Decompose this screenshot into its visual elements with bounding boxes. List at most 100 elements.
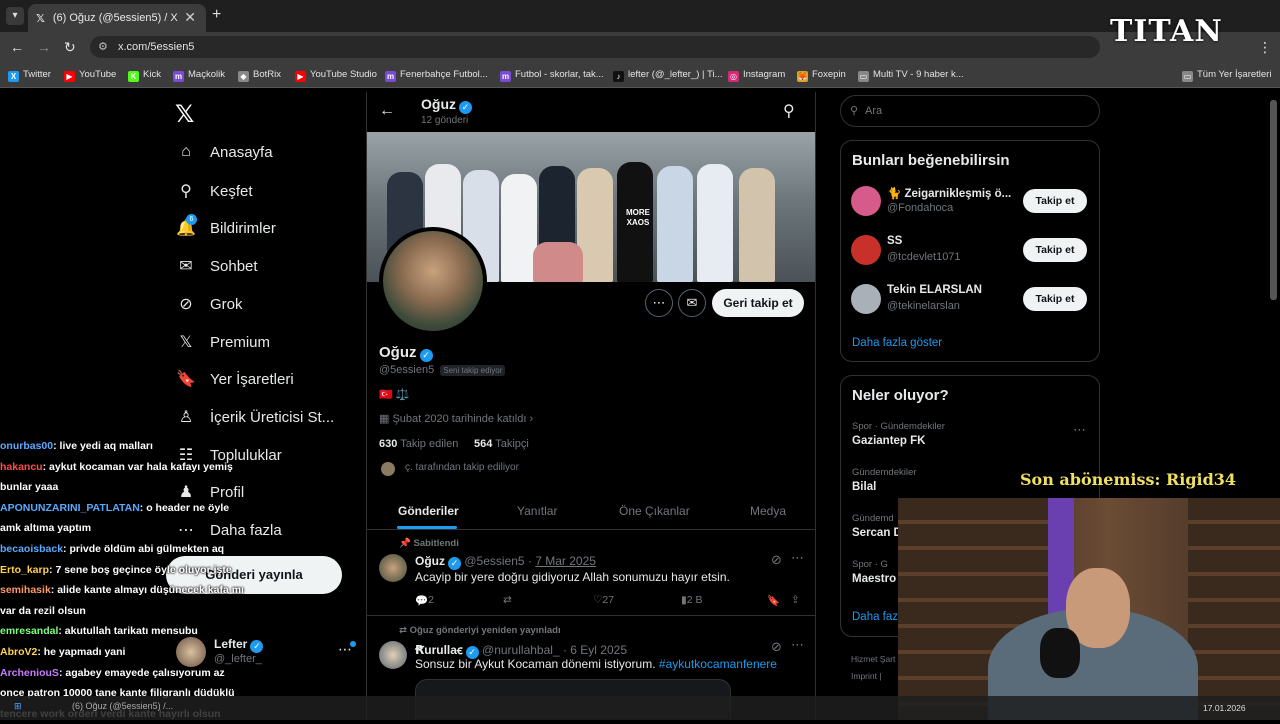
- tab-replies[interactable]: Yanıtlar: [517, 504, 557, 518]
- repost-button[interactable]: ⇄: [503, 594, 512, 606]
- trend-more-icon[interactable]: ⋯: [1073, 422, 1086, 438]
- trend-item[interactable]: Gündemdekiler Bilal: [852, 467, 916, 493]
- search-input[interactable]: ⚲ Ara: [840, 95, 1100, 127]
- tweet-date[interactable]: 6 Eyl 2025: [570, 643, 627, 657]
- bookmark-label: Tüm Yer İşaretleri: [1197, 69, 1272, 80]
- footer-terms[interactable]: Hizmet Şart: [851, 654, 895, 664]
- tweet[interactable]: 📌 Sabitlendi Oğuz ✓ @5essien5 · 7 Mar 202…: [367, 530, 815, 616]
- bookmark-item[interactable]: ▶ YouTube Studio: [295, 69, 377, 82]
- sidebar-item-bookmark[interactable]: 🔖 Yer İşaretleri: [176, 369, 294, 389]
- follow-button[interactable]: Takip et: [1023, 189, 1087, 213]
- tab-highlights[interactable]: Öne Çıkanlar: [619, 504, 690, 518]
- new-tab-button[interactable]: +: [212, 6, 221, 24]
- share-icon[interactable]: ⇪: [791, 594, 800, 606]
- sidebar-item-creator[interactable]: ♙ İçerik Üreticisi St...: [176, 407, 334, 427]
- suggestion-avatar[interactable]: [851, 235, 881, 265]
- bookmark-item[interactable]: m Maçkolik: [173, 69, 225, 82]
- tweet-date[interactable]: 7 Mar 2025: [535, 554, 596, 568]
- forward-icon[interactable]: →: [37, 39, 51, 55]
- grok-icon[interactable]: ⊘: [771, 639, 782, 655]
- suggestion-avatar[interactable]: [851, 186, 881, 216]
- sidebar-item-mail[interactable]: ✉ Sohbet: [176, 256, 257, 276]
- follow-button[interactable]: Takip et: [1023, 238, 1087, 262]
- tweet-handle[interactable]: @5essien5: [464, 554, 524, 568]
- bookmark-item[interactable]: ♪ lefter (@_lefter_) | Ti...: [613, 69, 722, 82]
- views-button[interactable]: ▮ 2 B: [681, 594, 703, 606]
- bookmark-item[interactable]: K Kick: [128, 69, 161, 82]
- back-arrow-icon[interactable]: ←: [379, 102, 395, 120]
- suggestion-handle[interactable]: @tekinelarslan: [887, 300, 960, 312]
- taskbar-item[interactable]: (6) Oğuz (@5essien5) /...: [72, 701, 173, 711]
- bookmark-item[interactable]: ◆ BotRix: [238, 69, 281, 82]
- sidebar-item-grok[interactable]: ⊘ Grok: [176, 294, 242, 314]
- trend-title: Maestro: [852, 573, 897, 585]
- bookmark-favicon-icon: m: [385, 71, 396, 82]
- message-icon[interactable]: ✉: [678, 289, 706, 317]
- grok-icon[interactable]: ⊘: [771, 552, 782, 568]
- tab-media[interactable]: Medya: [750, 504, 786, 518]
- follow-button[interactable]: Takip et: [1023, 287, 1087, 311]
- following-link[interactable]: 630 Takip edilen: [379, 438, 458, 450]
- tweet-more-icon[interactable]: ⋯: [791, 637, 804, 653]
- bookmark-favicon-icon: 🦊: [797, 71, 808, 82]
- bookmark-item[interactable]: X Twitter: [8, 69, 51, 82]
- windows-start-icon[interactable]: ⊞: [14, 701, 22, 712]
- trend-item[interactable]: Gündemd Sercan D: [852, 513, 902, 539]
- trend-item[interactable]: Spor · Gündemdekiler Gaziantep FK: [852, 421, 945, 447]
- chat-username: ArcheniouS: [0, 666, 59, 679]
- sidebar-item-search[interactable]: ⚲ Keşfet: [176, 181, 252, 201]
- suggestion-name[interactable]: 🐈 Zeigarnikleşmiş ö...: [887, 186, 1011, 200]
- tab-search-button[interactable]: ▾: [6, 7, 24, 25]
- suggestion-handle[interactable]: @tcdevlet1071: [887, 251, 961, 263]
- bookmark-icon[interactable]: 🔖: [767, 594, 780, 607]
- tweet-handle[interactable]: @nurullahbal_: [482, 643, 560, 657]
- x-logo-icon[interactable]: 𝕏: [175, 100, 194, 129]
- reload-icon[interactable]: ↻: [64, 39, 76, 56]
- more-options-icon[interactable]: ⋯: [645, 289, 673, 317]
- site-settings-icon[interactable]: ⚙: [98, 36, 108, 58]
- trend-item[interactable]: Spor · G Maestro: [852, 559, 896, 585]
- suggestion-avatar[interactable]: [851, 284, 881, 314]
- tweet-more-icon[interactable]: ⋯: [791, 550, 804, 566]
- tweet-avatar[interactable]: [379, 554, 407, 582]
- bookmark-item[interactable]: m Fenerbahçe Futbol...: [385, 69, 488, 82]
- grok-icon: ⊘: [179, 296, 193, 313]
- browser-tab[interactable]: 𝕏 (6) Oğuz (@5essien5) / X ✕: [28, 4, 206, 32]
- hashtag-link[interactable]: #aykutkocamanfenere: [659, 657, 777, 671]
- bookmark-item[interactable]: ▭ Multi TV - 9 haber k...: [858, 69, 964, 82]
- sidebar-item-x[interactable]: 𝕏 Premium: [176, 332, 270, 352]
- tweet-author[interactable]: Ꞧurullaꞓ: [415, 643, 463, 657]
- back-icon[interactable]: ←: [10, 39, 24, 55]
- suggestion-name[interactable]: Tekin ELARSLAN: [887, 284, 982, 296]
- suggestion-handle[interactable]: @Fondahoca: [887, 202, 953, 214]
- sidebar-item-bell[interactable]: 🔔 Bildirimler 6: [176, 214, 276, 238]
- sidebar-item-home[interactable]: ⌂ Anasayfa: [176, 143, 272, 161]
- tweet-avatar[interactable]: [379, 641, 407, 669]
- bookmark-item[interactable]: m Futbol - skorlar, tak...: [500, 69, 604, 82]
- address-bar[interactable]: ⚙ x.com/5essien5: [90, 36, 1100, 58]
- close-tab-icon[interactable]: ✕: [184, 9, 196, 26]
- tweet-author[interactable]: Oğuz: [415, 554, 445, 568]
- bookmark-item[interactable]: 🦊 Foxepin: [797, 69, 846, 82]
- bookmark-item[interactable]: ▶ YouTube: [64, 69, 116, 82]
- profile-avatar[interactable]: [379, 227, 487, 335]
- trends-show-more[interactable]: Daha faz: [852, 611, 898, 623]
- search-icon[interactable]: ⚲: [783, 101, 795, 121]
- verified-badge-icon[interactable]: ✓: [419, 349, 433, 362]
- reply-button[interactable]: 💬 2: [415, 594, 434, 607]
- suggestion-name[interactable]: SS: [887, 235, 902, 247]
- bookmark-label: Kick: [143, 69, 161, 80]
- followers-link[interactable]: 564 Takipçi: [474, 438, 529, 450]
- bookmark-item[interactable]: ▭ Tüm Yer İşaretleri: [1182, 69, 1271, 82]
- menu-kebab-icon[interactable]: ⋮: [1258, 39, 1272, 56]
- scrollbar-thumb[interactable]: [1270, 100, 1277, 300]
- tab-posts[interactable]: Gönderiler: [398, 504, 459, 518]
- bookmark-item[interactable]: ◎ Instagram: [728, 69, 785, 82]
- followed-by-text[interactable]: ç. tarafından takip ediliyor: [405, 462, 519, 473]
- follow-back-button[interactable]: Geri takip et: [712, 289, 804, 317]
- repost-context[interactable]: Oğuz gönderiyi yeniden yayınladı: [410, 625, 561, 636]
- like-button[interactable]: ♡ 27: [593, 594, 614, 606]
- chevron-right-icon[interactable]: ›: [529, 413, 533, 425]
- footer-imprint[interactable]: Imprint |: [851, 671, 882, 681]
- show-more-link[interactable]: Daha fazla göster: [852, 337, 942, 349]
